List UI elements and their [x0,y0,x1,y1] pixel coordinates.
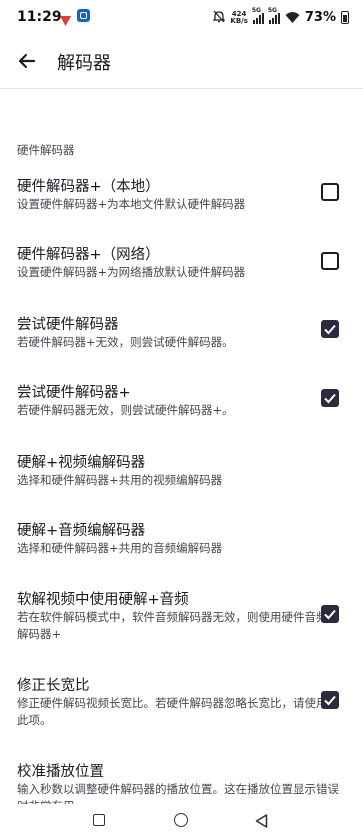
setting-hw-decoder-plus-network[interactable]: 硬件解码器+（网络） 设置硬件解码器+为网络播放默认硬件解码器 [0,243,363,293]
setting-subtitle: 若硬件解码器无效，则尝试硬件解码器+。 [17,403,234,417]
setting-hw-audio-codecs[interactable]: 硬解+音频编解码器 选择和硬件解码器+共用的音频编解码器 [0,519,363,569]
signal-icon: 5G [252,7,264,24]
setting-calibrate-position[interactable]: 校准播放位置 输入秒数以调整硬件解码器的播放位置。这在播放位置显示错误时非常有用… [0,760,363,804]
checkbox-checked[interactable] [321,691,339,709]
section-header: 硬件解码器 [17,143,75,157]
setting-hw-decoder-plus-local[interactable]: 硬件解码器+（本地） 设置硬件解码器+为本地文件默认硬件解码器 [0,175,363,225]
checkbox-checked[interactable] [321,389,339,407]
page-title: 解码器 [57,53,111,74]
checkbox-checked[interactable] [321,320,339,338]
setting-title: 校准播放位置 [17,764,104,780]
net-speed: 424 KB/s [230,10,248,25]
battery-percent: 73% [304,10,336,25]
battery-icon [341,11,349,24]
setting-hw-video-codecs[interactable]: 硬解+视频编解码器 选择和硬件解码器+共用的视频编解码器 [0,451,363,501]
net-speed-unit: KB/s [230,16,248,25]
checkbox-checked[interactable] [321,605,339,623]
checkbox[interactable] [321,252,339,270]
check-icon [324,695,336,706]
setting-try-hw-decoder-plus[interactable]: 尝试硬件解码器+ 若硬件解码器无效，则尝试硬件解码器+。 [0,381,363,431]
setting-subtitle: 选择和硬件解码器+共用的视频编解码器 [17,473,223,487]
status-bar: 11:29 424 KB/s 5G 5G 73% [0,0,363,34]
setting-title: 修正长宽比 [17,678,90,694]
wifi-icon [285,8,300,27]
system-nav-bar [0,804,363,836]
status-time: 11:29 [17,9,62,25]
app-bar-divider [0,88,363,89]
setting-try-hw-decoder[interactable]: 尝试硬件解码器 若硬件解码器+无效，则尝试硬件解码器。 [0,313,363,363]
setting-title: 软解视频中使用硬解+音频 [17,592,189,608]
check-icon [324,324,336,335]
setting-fix-aspect-ratio[interactable]: 修正长宽比 修正硬件解码视频长宽比。若硬件解码器忽略长宽比，请使用此项。 [0,674,363,734]
setting-title: 硬件解码器+（网络） [17,247,160,263]
flag-notification-icon [60,11,71,30]
app-bar: 解码器 [0,34,363,86]
setting-subtitle: 修正硬件解码视频长宽比。若硬件解码器忽略长宽比，请使用此项。 [17,696,328,727]
signal-tech-label: 5G [267,6,277,14]
square-icon[interactable] [93,814,105,826]
setting-subtitle: 设置硬件解码器+为本地文件默认硬件解码器 [17,197,246,211]
mute-icon [212,8,226,27]
setting-title: 尝试硬件解码器 [17,317,119,333]
setting-title: 硬件解码器+（本地） [17,179,160,195]
setting-title: 尝试硬件解码器+ [17,385,131,401]
setting-subtitle: 若硬件解码器+无效，则尝试硬件解码器。 [17,335,234,349]
signal-tech-label: 5G [251,6,261,14]
setting-subtitle: 选择和硬件解码器+共用的音频编解码器 [17,541,223,555]
circle-icon[interactable] [174,813,188,827]
check-icon [324,609,336,620]
status-icons: 424 KB/s 5G 5G 73% [212,7,349,27]
setting-subtitle: 设置硬件解码器+为网络播放默认硬件解码器 [17,265,246,279]
arrow-back-icon[interactable] [14,47,42,75]
checkbox[interactable] [321,183,339,201]
triangle-back-icon[interactable] [255,813,268,832]
setting-sw-video-hw-audio[interactable]: 软解视频中使用硬解+音频 若在软件解码模式中，软件音频解码器无效，则使用硬件音频… [0,588,363,648]
setting-subtitle: 若在软件解码模式中，软件音频解码器无效，则使用硬件音频解码器+ [17,610,328,641]
setting-subtitle: 输入秒数以调整硬件解码器的播放位置。这在播放位置显示错误时非常有用。 [17,782,339,804]
check-icon [324,393,336,404]
setting-title: 硬解+视频编解码器 [17,455,146,471]
setting-title: 硬解+音频编解码器 [17,523,146,539]
signal-icon: 5G [268,7,280,24]
app-notification-icon [77,9,90,22]
